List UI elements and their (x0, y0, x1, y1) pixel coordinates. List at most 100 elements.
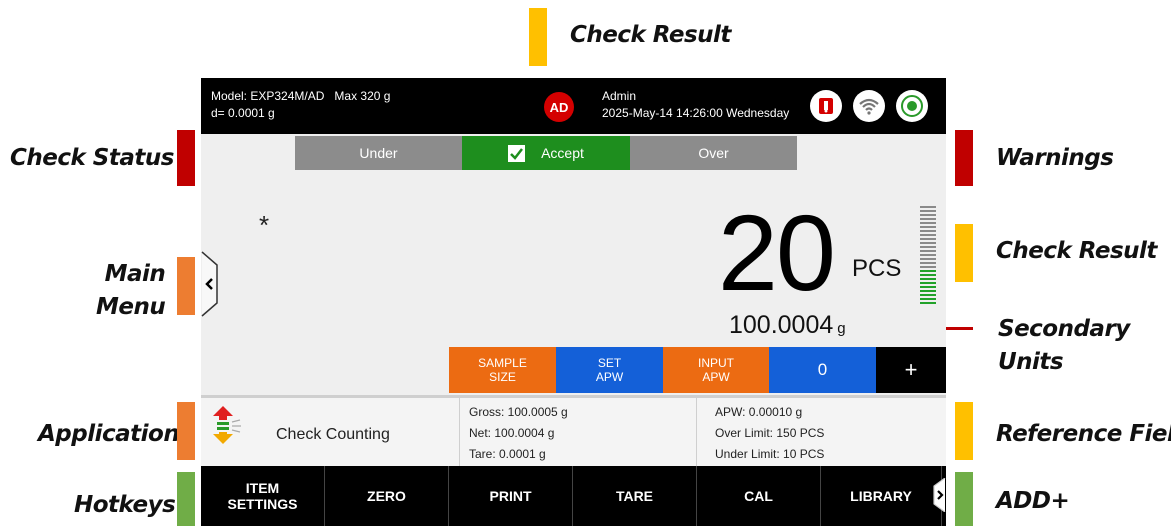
bargraph-segment (920, 298, 936, 300)
user-avatar[interactable]: AD (544, 92, 574, 122)
bargraph-segment (920, 282, 936, 284)
net-weight: Net: 100.0004 g (469, 426, 555, 440)
application-name: Check Counting (276, 426, 390, 443)
sample-value-field[interactable]: 0 (769, 347, 876, 393)
status-bar: Model: EXP324M/AD Max 320 g d= 0.0001 g … (201, 78, 946, 134)
bargraph-segment (920, 238, 936, 240)
add-plus-label: ADD+ (996, 488, 1070, 514)
check-bargraph (920, 206, 936, 306)
model-name: Model: EXP324M/AD (211, 89, 325, 103)
bargraph-segment (920, 230, 936, 232)
bargraph-segment (920, 270, 936, 272)
main-unit: PCS (852, 255, 902, 282)
check-status-accept-label: Accept (541, 145, 584, 161)
max-capacity: Max 320 g (334, 89, 391, 103)
tare-hotkey[interactable]: TARE (573, 466, 697, 526)
wifi-icon[interactable] (853, 90, 885, 122)
check-status-label: Check Status (10, 145, 174, 171)
bargraph-segment (920, 250, 936, 252)
warnings-label: Warnings (996, 145, 1114, 171)
check-status-accept: Accept (462, 136, 630, 170)
bargraph-segment (920, 242, 936, 244)
add-plus-tag (955, 472, 973, 526)
gross-weight: Gross: 100.0005 g (469, 405, 568, 419)
input-apw-button[interactable]: INPUT APW (663, 347, 769, 393)
bargraph-segment (920, 222, 936, 224)
main-menu-label: Main Menu (96, 258, 166, 324)
bargraph-segment (920, 210, 936, 212)
secondary-weight: 100.0004 g (729, 311, 846, 340)
divider (696, 398, 697, 466)
bargraph-segment (920, 302, 936, 304)
warnings-tag (955, 130, 973, 186)
model-info: Model: EXP324M/AD Max 320 g d= 0.0001 g (211, 88, 390, 122)
reference-info: APW: 0.00010 g Over Limit: 150 PCS Under… (715, 402, 824, 465)
stability-indicator: * (259, 210, 270, 240)
user-name: Admin (602, 89, 637, 103)
check-status-under-label: Under (359, 145, 398, 161)
hotkeys-tag (177, 472, 195, 526)
check-status-tag (177, 130, 195, 186)
bargraph-segment (920, 214, 936, 216)
application-field: Check Counting Gross: 100.0005 g Net: 10… (201, 398, 946, 466)
secondary-value: 100.0004 (729, 311, 834, 339)
checkmark-icon (508, 144, 526, 162)
check-status-over: Over (630, 136, 797, 170)
sample-size-button[interactable]: SAMPLE SIZE (449, 347, 556, 393)
bargraph-segment (920, 234, 936, 236)
check-result-right-label: Check Result (996, 238, 1157, 264)
main-menu-label-line2: Menu (96, 294, 166, 320)
level-icon[interactable] (896, 90, 928, 122)
bargraph-segment (920, 290, 936, 292)
plus-button[interactable]: + (876, 347, 946, 393)
apw-value: APW: 0.00010 g (715, 405, 803, 419)
bargraph-segment (920, 206, 936, 208)
application-tag (177, 402, 195, 460)
bargraph-segment (920, 266, 936, 268)
balance-screen: Model: EXP324M/AD Max 320 g d= 0.0001 g … (201, 78, 946, 526)
bargraph-segment (920, 258, 936, 260)
library-hotkey[interactable]: LIBRARY (821, 466, 942, 526)
usb-icon[interactable] (810, 90, 842, 122)
bargraph-segment (920, 278, 936, 280)
reference-field-tag (955, 402, 973, 460)
zero-hotkey[interactable]: ZERO (325, 466, 449, 526)
main-menu-handle[interactable] (201, 251, 223, 317)
set-apw-button[interactable]: SET APW (556, 347, 663, 393)
hotkeys-label: Hotkeys (74, 492, 176, 518)
application-softkeys: SAMPLE SIZE SET APW INPUT APW 0 + (449, 347, 946, 393)
cal-hotkey[interactable]: CAL (697, 466, 821, 526)
secondary-units-label-line1: Secondary (998, 316, 1130, 342)
check-result-right-tag (955, 224, 973, 282)
bargraph-segment (920, 218, 936, 220)
check-counting-icon[interactable] (213, 404, 243, 456)
item-settings-hotkey[interactable]: ITEM SETTINGS (201, 466, 325, 526)
under-limit-value: Under Limit: 10 PCS (715, 447, 825, 461)
chevron-right-icon (933, 477, 946, 513)
check-status-over-label: Over (698, 145, 729, 161)
application-label: Application (38, 421, 180, 447)
bargraph-segment (920, 246, 936, 248)
secondary-unit: g (837, 320, 846, 337)
print-hotkey[interactable]: PRINT (449, 466, 573, 526)
divider (459, 398, 460, 466)
reference-field-label: Reference Field (996, 421, 1171, 447)
main-menu-label-line1: Main (104, 261, 166, 287)
secondary-units-label-line2: Units (998, 349, 1064, 375)
bargraph-segment (920, 262, 936, 264)
hotkey-bar: ITEM SETTINGS ZERO PRINT TARE CAL LIBRARY (201, 466, 946, 526)
over-limit-value: Over Limit: 150 PCS (715, 426, 825, 440)
check-result-top-tag (529, 8, 547, 66)
add-hotkey-handle[interactable] (932, 477, 946, 513)
weight-info: Gross: 100.0005 g Net: 100.0004 g Tare: … (469, 402, 568, 465)
check-result-top-label: Check Result (570, 22, 731, 48)
chevron-left-icon (201, 251, 218, 317)
main-weight-value: 20 (717, 192, 836, 313)
tare-weight: Tare: 0.0001 g (469, 447, 546, 461)
main-menu-tag (177, 257, 195, 315)
bargraph-segment (920, 274, 936, 276)
bargraph-segment (920, 294, 936, 296)
user-info: Admin 2025-May-14 14:26:00 Wednesday (602, 88, 789, 122)
check-status-under: Under (295, 136, 462, 170)
check-status-bar: Under Accept Over (295, 136, 797, 170)
